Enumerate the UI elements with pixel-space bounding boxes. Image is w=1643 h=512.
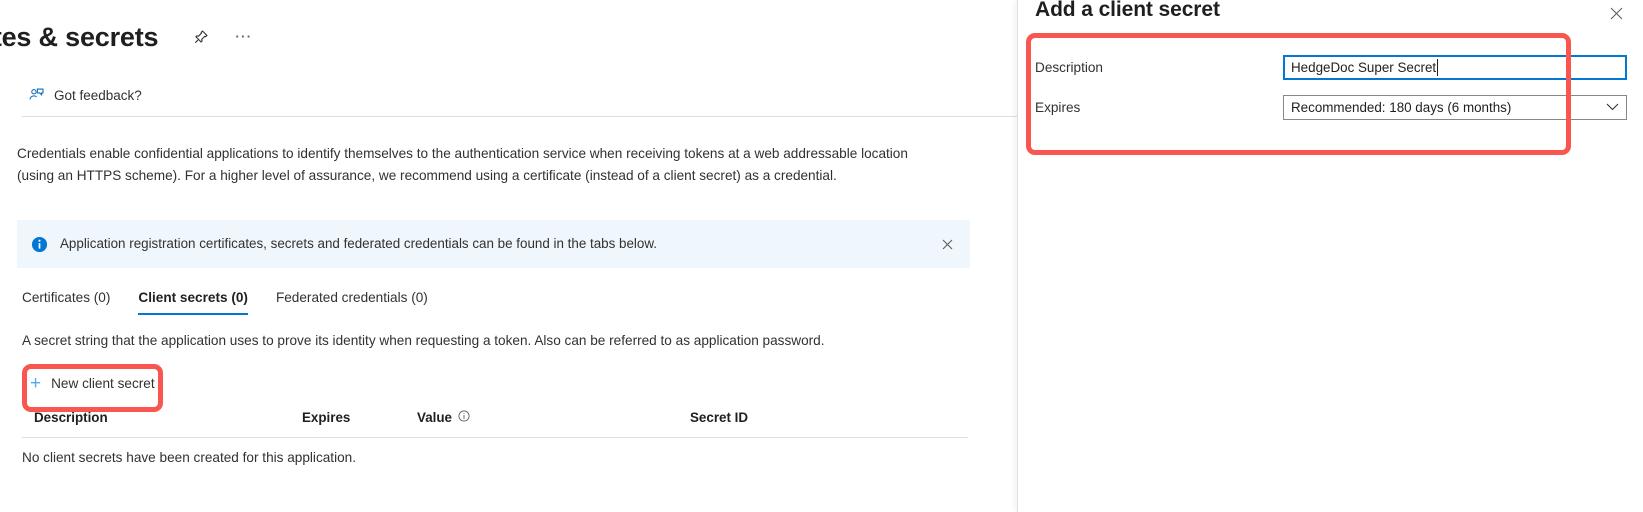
client-secrets-description: A secret string that the application use…	[22, 333, 825, 348]
column-header-secret-id[interactable]: Secret ID	[690, 410, 748, 425]
panel-title: Add a client secret	[1035, 0, 1220, 22]
info-circle-icon	[31, 236, 48, 253]
ellipsis-icon[interactable]: ⋯	[228, 22, 258, 52]
intro-paragraph: Credentials enable confidential applicat…	[17, 143, 947, 187]
column-header-expires[interactable]: Expires	[302, 410, 350, 425]
description-input-wrapper	[1283, 55, 1627, 80]
column-header-description-label: Description	[34, 410, 108, 425]
new-client-secret-label: New client secret	[51, 376, 155, 391]
expires-select-wrapper: Recommended: 180 days (6 months)	[1283, 95, 1627, 120]
description-input[interactable]	[1283, 55, 1627, 80]
table-header-divider	[22, 437, 968, 438]
table-empty-message: No client secrets have been created for …	[22, 450, 356, 465]
expires-field-row: Expires Recommended: 180 days (6 months)	[1035, 92, 1627, 122]
tab-client-secrets-label: Client secrets (0)	[138, 290, 248, 305]
add-client-secret-panel: Add a client secret Description Expires …	[1017, 0, 1643, 512]
command-bar: Got feedback?	[0, 76, 1017, 114]
main-content-area: ates & secrets ⋯ Got feedback? Credentia…	[0, 0, 1017, 512]
got-feedback-button[interactable]: Got feedback?	[22, 83, 148, 108]
description-label: Description	[1035, 60, 1283, 75]
close-icon[interactable]	[936, 233, 958, 255]
info-icon[interactable]	[458, 410, 470, 425]
tab-certificates[interactable]: Certificates (0)	[17, 290, 124, 315]
new-client-secret-button[interactable]: + New client secret	[30, 374, 155, 393]
description-field-row: Description	[1035, 52, 1627, 82]
page-title: ates & secrets	[0, 22, 158, 53]
column-header-secret-id-label: Secret ID	[690, 410, 748, 425]
column-header-expires-label: Expires	[302, 410, 350, 425]
tab-federated-credentials[interactable]: Federated credentials (0)	[262, 290, 442, 315]
expires-label: Expires	[1035, 100, 1283, 115]
info-banner-message: Application registration certificates, s…	[60, 235, 936, 253]
tab-client-secrets[interactable]: Client secrets (0)	[124, 290, 262, 315]
plus-icon: +	[30, 374, 41, 393]
secrets-table-header: Description Expires Value Secret ID	[22, 410, 968, 438]
tab-list: Certificates (0) Client secrets (0) Fede…	[17, 290, 442, 315]
pin-icon[interactable]	[186, 22, 216, 52]
close-icon[interactable]	[1605, 2, 1627, 24]
tab-certificates-label: Certificates (0)	[22, 290, 110, 305]
page-header: ates & secrets ⋯	[0, 14, 258, 60]
info-banner: Application registration certificates, s…	[17, 220, 970, 268]
expires-select[interactable]: Recommended: 180 days (6 months)	[1283, 95, 1627, 120]
got-feedback-label: Got feedback?	[54, 88, 142, 103]
column-header-value[interactable]: Value	[417, 410, 470, 425]
column-header-description[interactable]: Description	[34, 410, 108, 425]
ellipsis-glyph: ⋯	[234, 34, 252, 40]
feedback-person-icon	[28, 87, 45, 104]
column-header-value-label: Value	[417, 410, 452, 425]
tab-federated-credentials-label: Federated credentials (0)	[276, 290, 428, 305]
header-divider	[22, 116, 1017, 117]
expires-select-value: Recommended: 180 days (6 months)	[1291, 100, 1511, 115]
